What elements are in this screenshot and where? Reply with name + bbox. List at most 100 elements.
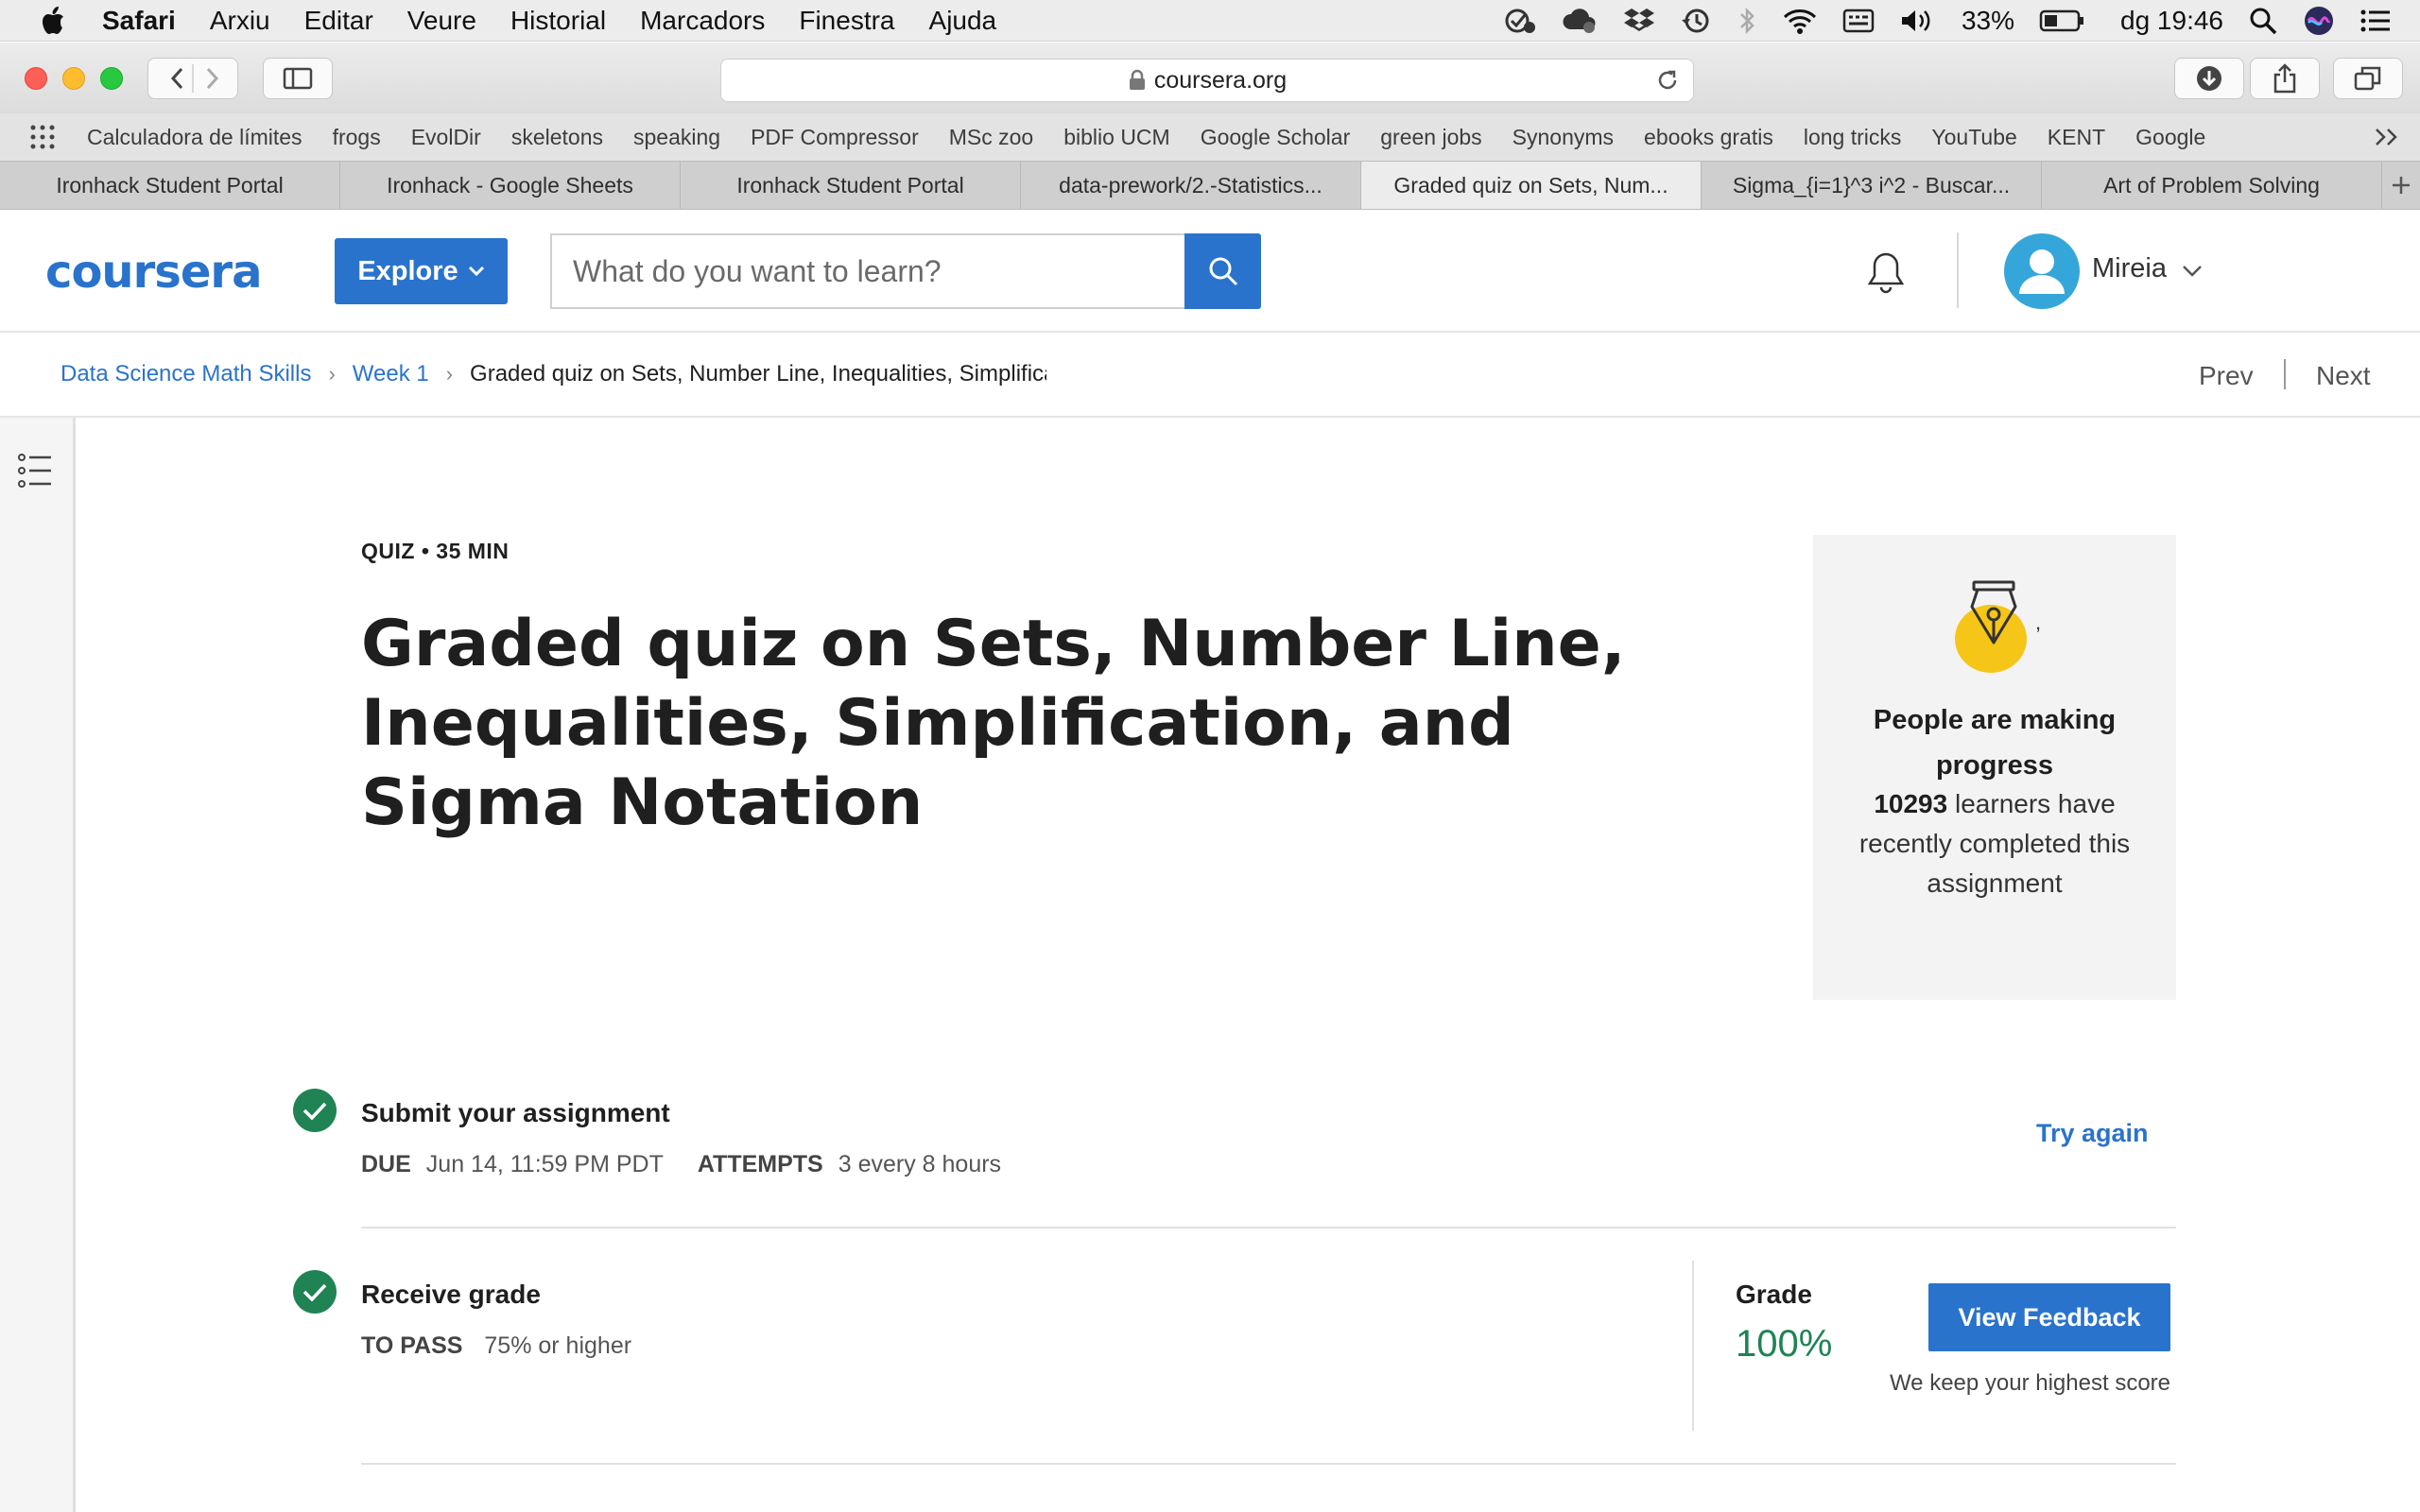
apple-icon[interactable]	[38, 5, 66, 37]
completed-check-icon	[293, 1089, 337, 1132]
menu-item-ajuda[interactable]: Ajuda	[929, 6, 997, 36]
menu-item-marcadors[interactable]: Marcadors	[640, 6, 765, 36]
progress-text: 10293 learners have recently completed t…	[1813, 784, 2176, 903]
bookmark-item[interactable]: Calculadora de límites	[87, 125, 302, 150]
cloud-sync-icon[interactable]	[1561, 7, 1599, 35]
user-avatar[interactable]	[2004, 233, 2080, 309]
bookmark-item[interactable]: EvolDir	[411, 125, 481, 150]
attempts-value: 3 every 8 hours	[838, 1151, 1002, 1177]
share-button[interactable]	[2250, 58, 2320, 99]
menu-item-arxiu[interactable]: Arxiu	[210, 6, 270, 36]
bookmarks-overflow-icon[interactable]	[2373, 126, 2401, 148]
bookmark-item[interactable]: ebooks gratis	[1644, 125, 1773, 150]
bookmark-item[interactable]: KENT	[2048, 125, 2105, 150]
menu-clock[interactable]: dg 19:46	[2120, 6, 2223, 36]
browser-tab[interactable]: Ironhack Student Portal	[0, 162, 340, 209]
battery-icon[interactable]	[2039, 9, 2084, 33]
completed-check-icon	[293, 1270, 337, 1314]
breadcrumb-week-link[interactable]: Week 1	[353, 361, 429, 387]
browser-tab[interactable]: Ironhack - Google Sheets	[340, 162, 681, 209]
chevron-right-icon: ›	[328, 362, 336, 386]
browser-tab-active[interactable]: Graded quiz on Sets, Num...	[1361, 162, 1702, 209]
breadcrumb-course-link[interactable]: Data Science Math Skills	[60, 361, 311, 387]
sidebar-toggle-button[interactable]	[263, 58, 333, 99]
browser-tab[interactable]: Art of Problem Solving	[2042, 162, 2382, 209]
search-input[interactable]	[550, 233, 1185, 309]
next-link[interactable]: Next	[2316, 361, 2371, 391]
browser-toolbar: coursera.org	[0, 43, 2420, 113]
due-value: Jun 14, 11:59 PM PDT	[425, 1151, 664, 1177]
nav-divider	[2284, 359, 2286, 389]
user-name[interactable]: Mireia	[2092, 253, 2167, 284]
bookmarks-bar: Calculadora de límites frogs EvolDir ske…	[0, 113, 2420, 161]
bookmark-item[interactable]: MSc zoo	[949, 125, 1033, 150]
bookmark-item[interactable]: biblio UCM	[1063, 125, 1169, 150]
time-machine-icon[interactable]	[1680, 7, 1712, 35]
wifi-icon[interactable]	[1782, 7, 1818, 35]
zoom-window-button[interactable]	[100, 67, 123, 90]
menu-item-veure[interactable]: Veure	[407, 6, 476, 36]
prev-link[interactable]: Prev	[2199, 361, 2254, 391]
bookmark-item[interactable]: YouTube	[1931, 125, 2016, 150]
course-outline-rail	[0, 418, 76, 1512]
submit-assignment-title: Submit your assignment	[361, 1098, 670, 1127]
keyboard-input-icon[interactable]	[1842, 7, 1875, 35]
downloads-button[interactable]	[2174, 58, 2244, 99]
bookmark-item[interactable]: PDF Compressor	[751, 125, 919, 150]
back-button[interactable]	[147, 58, 238, 99]
grade-divider	[1692, 1261, 1694, 1431]
download-icon	[2197, 66, 2221, 91]
bookmark-item[interactable]: skeletons	[511, 125, 603, 150]
quiz-meta: QUIZ • 35 MIN	[361, 539, 510, 563]
coursera-logo[interactable]: coursera	[45, 246, 262, 299]
submit-meta: DUE Jun 14, 11:59 PM PDT ATTEMPTS 3 ever…	[361, 1151, 1035, 1178]
url-text: coursera.org	[1153, 66, 1288, 94]
menu-app-name[interactable]: Safari	[102, 6, 176, 36]
site-header: coursera Explore Mireia	[0, 210, 2420, 333]
breadcrumb-current: Graded quiz on Sets, Number Line, Inequa…	[470, 361, 1046, 387]
bookmark-item[interactable]: long tricks	[1804, 125, 1902, 150]
new-tab-button[interactable]	[2382, 162, 2420, 209]
siri-icon[interactable]	[2303, 5, 2335, 37]
explore-button[interactable]: Explore	[335, 238, 508, 304]
checkmark-status-icon[interactable]	[1504, 7, 1536, 35]
bookmark-item[interactable]: frogs	[333, 125, 381, 150]
browser-tab[interactable]: data-prework/2.-Statistics...	[1021, 162, 1361, 209]
notification-center-icon[interactable]	[2360, 8, 2392, 34]
course-outline-icon[interactable]	[17, 452, 53, 490]
pass-meta: TO PASS 75% or higher	[361, 1332, 631, 1360]
share-icon	[2273, 63, 2296, 94]
search-button[interactable]	[1184, 233, 1261, 309]
bookmark-item[interactable]: Google	[2135, 125, 2205, 150]
address-bar[interactable]: coursera.org	[720, 59, 1694, 102]
menu-item-historial[interactable]: Historial	[510, 6, 606, 36]
bookmark-item[interactable]: green jobs	[1380, 125, 1481, 150]
pen-nib-icon	[1955, 580, 2027, 673]
volume-icon[interactable]	[1899, 7, 1937, 35]
tab-overview-button[interactable]	[2333, 58, 2403, 99]
view-feedback-button[interactable]: View Feedback	[1928, 1283, 2170, 1351]
macos-menu-bar: Safari Arxiu Editar Veure Historial Marc…	[0, 0, 2420, 42]
menu-item-finestra[interactable]: Finestra	[799, 6, 894, 36]
grid-apps-icon[interactable]	[28, 123, 57, 151]
to-pass-label: TO PASS	[361, 1332, 463, 1359]
browser-tab[interactable]: Ironhack Student Portal	[681, 162, 1021, 209]
reload-icon[interactable]	[1655, 68, 1680, 93]
to-pass-value: 75% or higher	[484, 1332, 632, 1359]
spotlight-search-icon[interactable]	[2248, 6, 2278, 36]
bookmark-item[interactable]: speaking	[633, 125, 720, 150]
try-again-link[interactable]: Try again	[2036, 1119, 2149, 1148]
close-window-button[interactable]	[25, 67, 47, 90]
notifications-bell-icon[interactable]	[1862, 249, 1910, 297]
minimize-window-button[interactable]	[62, 67, 85, 90]
bluetooth-icon[interactable]	[1737, 7, 1757, 35]
dropbox-icon[interactable]	[1623, 7, 1655, 35]
bookmark-item[interactable]: Google Scholar	[1201, 125, 1351, 150]
divider	[361, 1463, 2176, 1465]
lock-icon	[1129, 69, 1145, 90]
browser-tab[interactable]: Sigma_{i=1}^3 i^2 - Buscar...	[1702, 162, 2042, 209]
breadcrumb: Data Science Math Skills › Week 1 › Grad…	[60, 361, 1046, 387]
chevron-down-icon[interactable]	[2182, 265, 2203, 278]
bookmark-item[interactable]: Synonyms	[1512, 125, 1614, 150]
menu-item-editar[interactable]: Editar	[304, 6, 373, 36]
